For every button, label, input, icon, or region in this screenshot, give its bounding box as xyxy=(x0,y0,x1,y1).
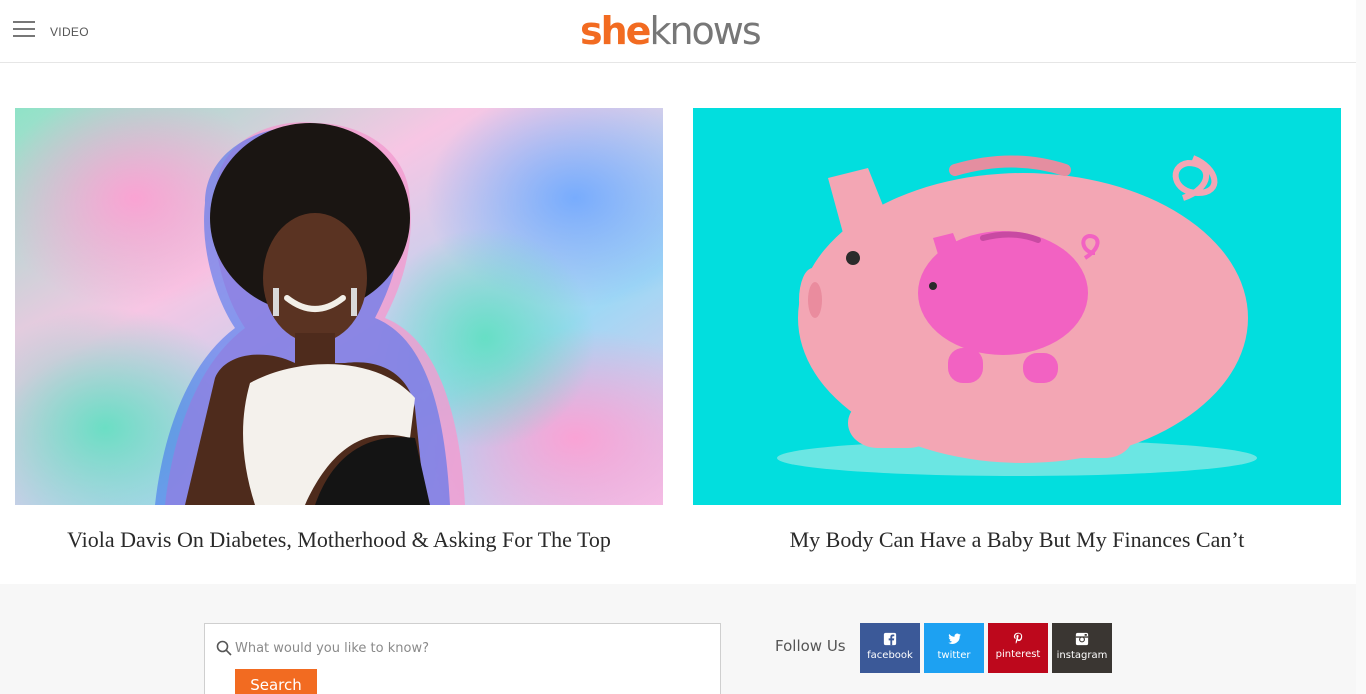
article-image-viola-davis[interactable] xyxy=(15,108,663,505)
twitter-button[interactable]: twitter xyxy=(924,623,984,673)
nav-video-link[interactable]: VIDEO xyxy=(50,25,89,39)
facebook-button[interactable]: facebook xyxy=(860,623,920,673)
hamburger-menu-icon[interactable] xyxy=(13,21,35,37)
facebook-icon xyxy=(883,632,897,646)
search-icon xyxy=(216,640,232,656)
site-header: VIDEO sheknows xyxy=(0,0,1356,63)
instagram-button[interactable]: instagram xyxy=(1052,623,1112,673)
pinterest-label: pinterest xyxy=(995,649,1041,660)
twitter-label: twitter xyxy=(937,650,971,661)
pinterest-button[interactable]: pinterest xyxy=(988,623,1048,673)
follow-us-label: Follow Us xyxy=(775,637,846,655)
article-image-piggy-bank[interactable] xyxy=(693,108,1341,505)
article-title[interactable]: Viola Davis On Diabetes, Motherhood & As… xyxy=(15,527,663,553)
search-form: Search xyxy=(204,623,721,694)
instagram-label: instagram xyxy=(1056,650,1108,661)
instagram-icon xyxy=(1075,632,1089,646)
search-button[interactable]: Search xyxy=(235,669,317,694)
facebook-label: facebook xyxy=(867,650,913,661)
logo-she-text: she xyxy=(580,9,651,53)
search-input[interactable] xyxy=(235,636,705,660)
sheknows-logo[interactable]: sheknows xyxy=(580,8,762,54)
pinterest-icon xyxy=(1013,632,1023,644)
footer-band: Search Follow Us facebook twitter pinter… xyxy=(0,584,1356,694)
page-scrollbar[interactable] xyxy=(1356,0,1366,694)
article-card: My Body Can Have a Baby But My Finances … xyxy=(693,108,1341,553)
article-card: Viola Davis On Diabetes, Motherhood & As… xyxy=(15,108,663,553)
article-title[interactable]: My Body Can Have a Baby But My Finances … xyxy=(693,527,1341,553)
twitter-icon xyxy=(947,633,961,644)
logo-knows-text: knows xyxy=(649,9,761,53)
